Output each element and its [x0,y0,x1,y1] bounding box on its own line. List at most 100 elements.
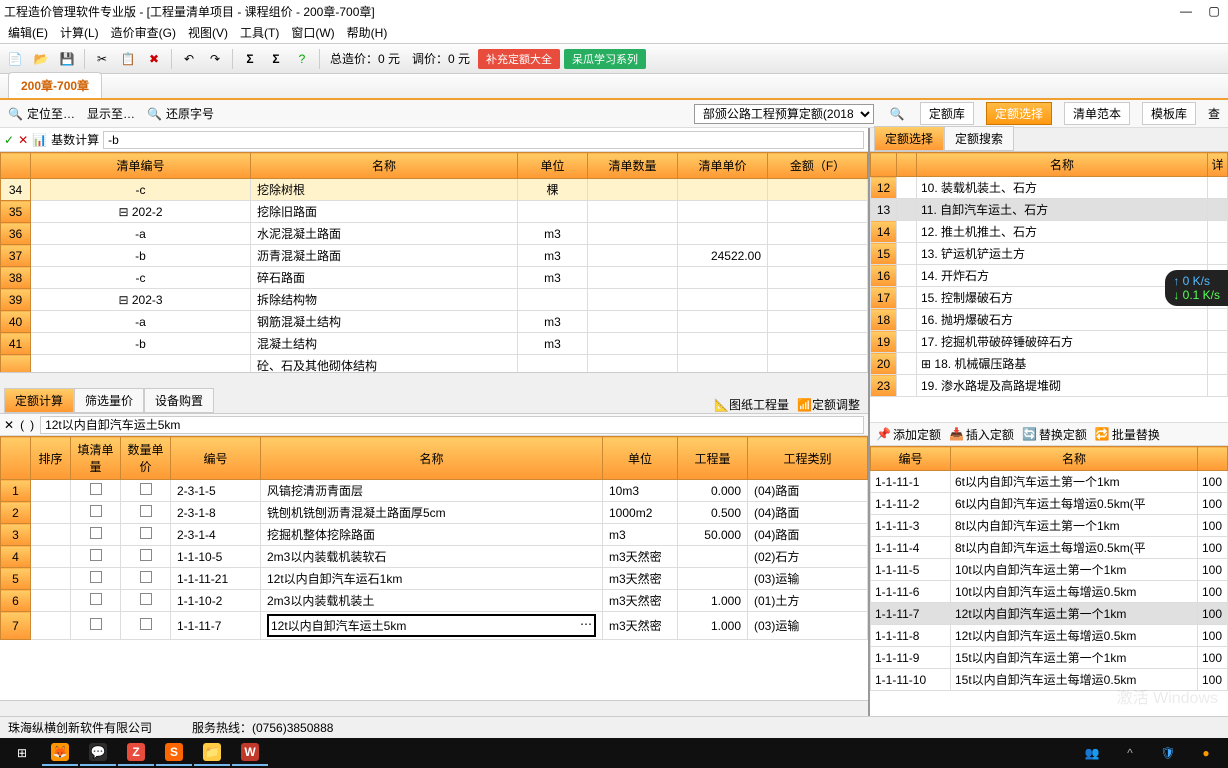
paste-icon[interactable]: 📋 [117,48,139,70]
cut-icon[interactable]: ✂ [91,48,113,70]
tab-quota-select[interactable]: 定额选择 [874,126,944,151]
locate-button[interactable]: 🔍定位至… [8,105,75,122]
tab-equipment[interactable]: 设备购置 [144,388,214,413]
drawing-qty-button[interactable]: 📐图纸工程量 [714,396,789,413]
restore-font-button[interactable]: 🔍还原字号 [147,105,214,122]
list-item[interactable]: 2319. 渗水路堤及高路堤堆砌 [871,375,1228,397]
calc-grid-hscroll[interactable] [0,700,868,716]
table-row[interactable]: 38-c碎石路面m3 [1,267,868,289]
cancel-icon[interactable]: ✕ [18,133,28,147]
list-item[interactable]: 1-1-11-510t以内自卸汽车运土第一个1km100 [871,559,1228,581]
open-icon[interactable]: 📂 [30,48,52,70]
tray-people-icon[interactable]: 👥 [1074,740,1110,766]
list-item[interactable]: 1412. 推土机推土、石方 [871,221,1228,243]
main-grid-hscroll[interactable] [0,372,868,388]
tray-misc-icon[interactable]: ● [1188,740,1224,766]
table-row[interactable]: 34-c挖除树根棵 [1,179,868,201]
quota-year-dropdown[interactable]: 部颁公路工程预算定额(2018) [694,104,874,124]
tray-shield-icon[interactable]: 🛡 [1150,740,1186,766]
list-item[interactable]: 1816. 抛坍爆破石方 [871,309,1228,331]
menu-tools[interactable]: 工具(T) [236,22,283,43]
quota-select-button[interactable]: 定额选择 [986,102,1052,125]
task-wechat[interactable]: 💬 [80,740,116,766]
quota-items-grid[interactable]: 编号名称 1-1-11-16t以内自卸汽车运土第一个1km1001-1-11-2… [870,446,1228,716]
list-item[interactable]: 1-1-11-48t以内自卸汽车运土每增运0.5km(平100 [871,537,1228,559]
list-item[interactable]: 1-1-11-26t以内自卸汽车运土每增运0.5km(平100 [871,493,1228,515]
sigma2-icon[interactable]: Σ [265,48,287,70]
table-row[interactable]: 40-a钢筋混凝土结构m3 [1,311,868,333]
tab-quota-calc[interactable]: 定额计算 [4,388,74,413]
formula-input[interactable] [103,131,864,149]
minimize-button[interactable]: — [1176,4,1196,18]
batch-replace-button[interactable]: 🔁批量替换 [1095,426,1160,443]
document-tab[interactable]: 200章-700章 [8,72,102,98]
add-quota-button[interactable]: 📌添加定额 [876,426,941,443]
list-item[interactable]: 1-1-11-38t以内自卸汽车运土第一个1km100 [871,515,1228,537]
calc-input[interactable] [40,416,864,434]
table-row[interactable]: 32-3-1-4挖掘机整体挖除路面m350.000(04)路面 [1,524,868,546]
list-item[interactable]: 1-1-11-712t以内自卸汽车运土第一个1km100 [871,603,1228,625]
quota-adjust-button[interactable]: 📶定额调整 [797,396,860,413]
list-item[interactable]: 1-1-11-16t以内自卸汽车运土第一个1km100 [871,471,1228,493]
table-row[interactable]: 41-b混凝土结构m3 [1,333,868,355]
list-item[interactable]: 1-1-11-915t以内自卸汽车运土第一个1km100 [871,647,1228,669]
table-row[interactable]: 51-1-11-2112t以内自卸汽车运石1kmm3天然密(03)运输 [1,568,868,590]
mini-cancel-icon[interactable]: ✕ [4,418,14,432]
table-row[interactable]: 39⊟ 202-3拆除结构物 [1,289,868,311]
list-item[interactable]: 1-1-11-812t以内自卸汽车运土每增运0.5km100 [871,625,1228,647]
badge-tutorial[interactable]: 呆瓜学习系列 [564,49,646,69]
list-item[interactable]: 1917. 挖掘机带破碎锤破碎石方 [871,331,1228,353]
table-row[interactable]: 22-3-1-8铣刨机铣刨沥青混凝土路面厚5cm1000m20.500(04)路… [1,502,868,524]
table-row[interactable]: 砼、石及其他砌体结构 [1,355,868,373]
new-icon[interactable]: 📄 [4,48,26,70]
menu-window[interactable]: 窗口(W) [287,22,338,43]
task-firefox[interactable]: 🦊 [42,740,78,766]
list-item[interactable]: 1513. 铲运机铲运土方 [871,243,1228,265]
tab-quota-search[interactable]: 定额搜索 [944,126,1014,151]
insert-quota-button[interactable]: 📥插入定额 [949,426,1014,443]
search-lib-icon[interactable]: 🔍 [886,103,908,125]
task-app-z[interactable]: Z [118,740,154,766]
template-lib-button[interactable]: 模板库 [1142,102,1196,125]
start-button[interactable]: ⊞ [4,740,40,766]
more-label[interactable]: 查 [1208,105,1220,122]
table-row[interactable]: 35⊟ 202-2挖除旧路面 [1,201,868,223]
check-icon[interactable]: ✓ [4,133,14,147]
quota-lib-button[interactable]: 定额库 [920,102,974,125]
menu-view[interactable]: 视图(V) [184,22,232,43]
mini-paren-close[interactable]: ) [30,418,34,432]
table-row[interactable]: 36-a水泥混凝土路面m3 [1,223,868,245]
menu-help[interactable]: 帮助(H) [343,22,392,43]
table-row[interactable]: 61-1-10-22m3以内装载机装土m3天然密1.000(01)土方 [1,590,868,612]
tab-filter-price[interactable]: 筛选量价 [74,388,144,413]
list-item[interactable]: 1-1-11-610t以内自卸汽车运土每增运0.5km100 [871,581,1228,603]
menu-calc[interactable]: 计算(L) [56,22,103,43]
table-row[interactable]: 71-1-11-712t以内自卸汽车运土5km⋯m3天然密1.000(03)运输 [1,612,868,640]
table-row[interactable]: 37-b沥青混凝土路面m324522.00 [1,245,868,267]
undo-icon[interactable]: ↶ [178,48,200,70]
save-icon[interactable]: 💾 [56,48,78,70]
calc-icon[interactable]: 📊 [32,133,47,147]
badge-supplement[interactable]: 补充定额大全 [478,49,560,69]
replace-quota-button[interactable]: 🔄替换定额 [1022,426,1087,443]
table-row[interactable]: 12-3-1-5风镐挖清沥青面层10m30.000(04)路面 [1,480,868,502]
task-app-w[interactable]: W [232,740,268,766]
menu-edit[interactable]: 编辑(E) [4,22,52,43]
list-template-button[interactable]: 清单范本 [1064,102,1130,125]
main-grid[interactable]: 清单编号 名称 单位 清单数量 清单单价 金额（F） 34-c挖除树根棵35⊟ … [0,152,868,372]
list-item[interactable]: 20⊞ 18. 机械碾压路基 [871,353,1228,375]
list-item[interactable]: 1210. 装载机装土、石方 [871,177,1228,199]
list-item[interactable]: 1311. 自卸汽车运土、石方 [871,199,1228,221]
menu-audit[interactable]: 造价审查(G) [107,22,180,43]
tray-up-icon[interactable]: ^ [1112,740,1148,766]
help-icon[interactable]: ? [291,48,313,70]
mini-paren-open[interactable]: ( [20,418,24,432]
table-row[interactable]: 41-1-10-52m3以内装载机装软石m3天然密(02)石方 [1,546,868,568]
showto-button[interactable]: 显示至… [87,105,135,122]
maximize-button[interactable]: ▢ [1204,4,1224,18]
task-explorer[interactable]: 📁 [194,740,230,766]
redo-icon[interactable]: ↷ [204,48,226,70]
sigma-icon[interactable]: Σ [239,48,261,70]
delete-icon[interactable]: ✖ [143,48,165,70]
calc-grid[interactable]: 排序 填清单量 数量单价 编号 名称 单位 工程量 工程类别 12-3-1-5风… [0,436,868,700]
